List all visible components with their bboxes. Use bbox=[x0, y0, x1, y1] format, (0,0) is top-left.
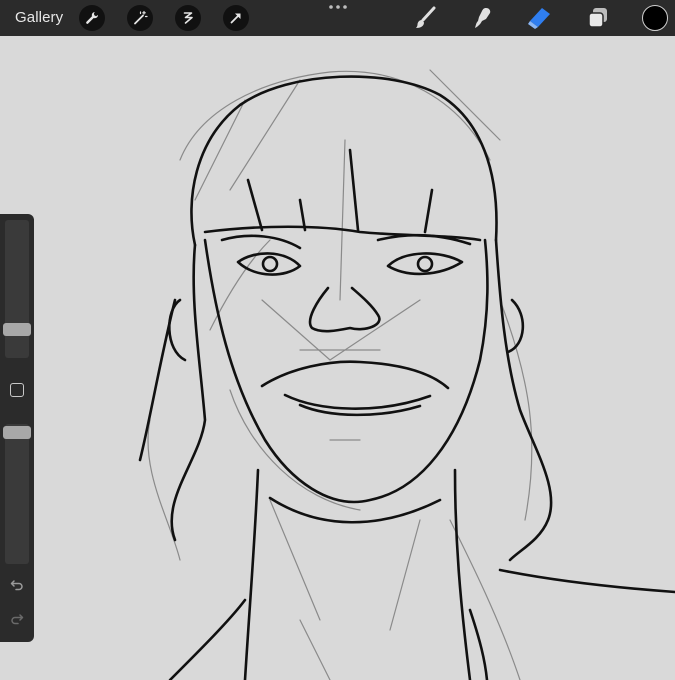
opacity-slider[interactable] bbox=[5, 424, 29, 564]
redo-icon[interactable] bbox=[9, 610, 25, 626]
opacity-slider-thumb[interactable] bbox=[3, 426, 31, 439]
brush-icon[interactable] bbox=[413, 5, 439, 31]
transform-arrow-icon[interactable] bbox=[223, 5, 249, 31]
drawing-canvas[interactable] bbox=[0, 36, 675, 680]
eraser-icon[interactable] bbox=[526, 5, 552, 31]
brush-size-slider-thumb[interactable] bbox=[3, 323, 31, 336]
brush-size-slider[interactable] bbox=[5, 220, 29, 358]
selection-icon[interactable] bbox=[175, 5, 201, 31]
more-options-icon[interactable] bbox=[328, 3, 348, 11]
top-toolbar: Gallery bbox=[0, 0, 675, 36]
adjustments-magic-wand-icon[interactable] bbox=[127, 5, 153, 31]
undo-icon[interactable] bbox=[9, 576, 25, 592]
brush-sidebar bbox=[0, 214, 34, 642]
smudge-icon[interactable] bbox=[469, 5, 495, 31]
modify-button[interactable] bbox=[10, 383, 24, 397]
gallery-button[interactable]: Gallery bbox=[15, 9, 63, 26]
actions-wrench-icon[interactable] bbox=[79, 5, 105, 31]
layers-icon[interactable] bbox=[585, 5, 611, 31]
color-picker-swatch[interactable] bbox=[642, 5, 668, 31]
